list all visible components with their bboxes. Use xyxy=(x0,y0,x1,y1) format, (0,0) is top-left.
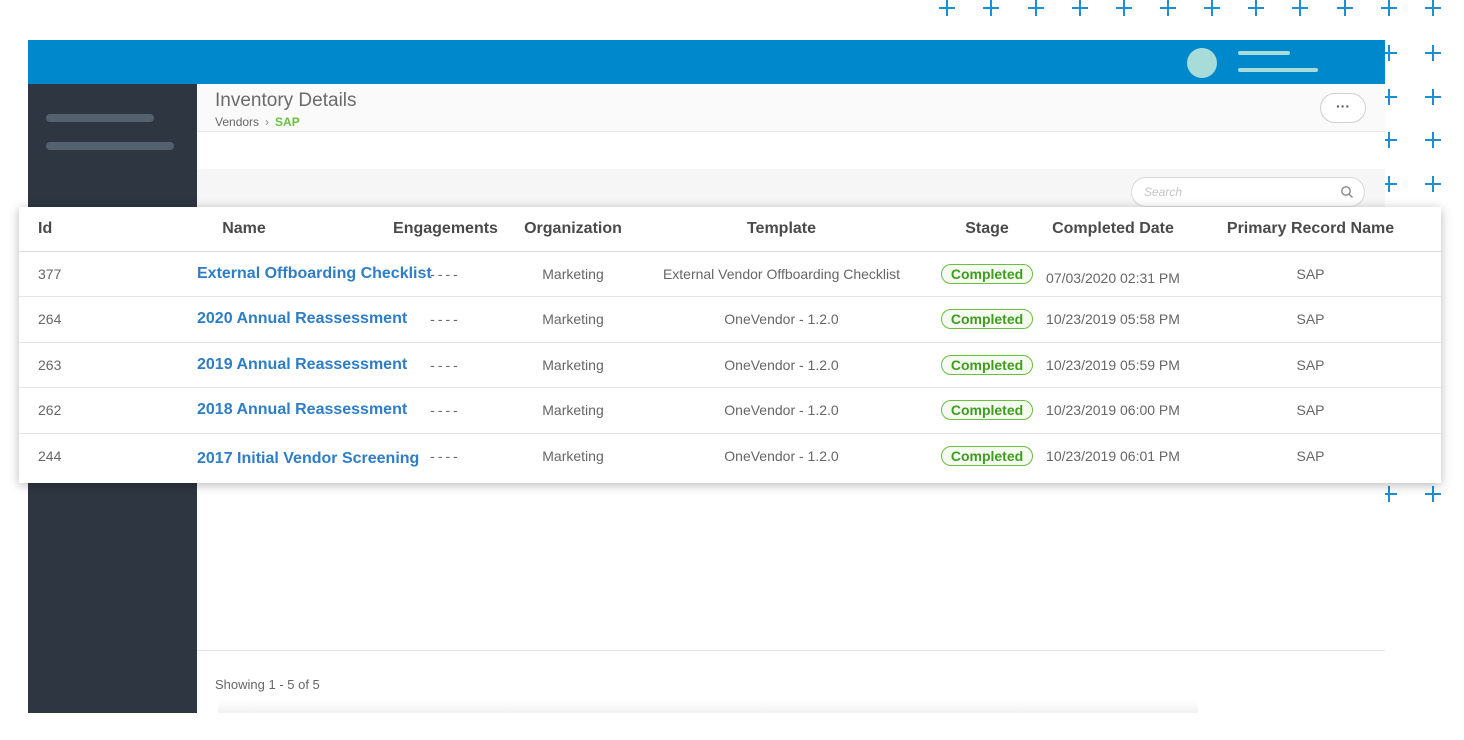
cell-primary-record: SAP xyxy=(1180,251,1441,297)
table-toolbar xyxy=(197,169,1385,209)
search-box xyxy=(1131,177,1365,207)
plus-icon xyxy=(1028,0,1044,16)
inventory-table: Id Name Engagements Organization Templat… xyxy=(19,207,1441,479)
cell-completed-date: 10/23/2019 06:00 PM xyxy=(1046,387,1180,434)
breadcrumb: Vendors › SAP xyxy=(215,115,300,129)
cell-name: External Offboarding Checklist xyxy=(108,251,432,297)
column-header-organization[interactable]: Organization xyxy=(511,207,635,252)
column-header-stage[interactable]: Stage xyxy=(928,207,1046,252)
cell-name: 2019 Annual Reassessment xyxy=(108,342,407,388)
table-row[interactable]: 263 2019 Annual Reassessment ---- Market… xyxy=(19,342,1441,388)
assessment-name-link[interactable]: 2019 Annual Reassessment xyxy=(197,356,407,373)
column-header-template[interactable]: Template xyxy=(635,207,928,252)
menu-line-bottom xyxy=(1238,68,1318,72)
plus-icon xyxy=(1425,486,1441,502)
pagination-summary: Showing 1 - 5 of 5 xyxy=(215,677,320,692)
column-header-engagements[interactable]: Engagements xyxy=(380,207,511,252)
plus-icon xyxy=(1116,0,1132,16)
plus-icon xyxy=(983,0,999,16)
cell-organization: Marketing xyxy=(511,387,635,434)
column-header-name[interactable]: Name xyxy=(108,207,380,252)
plus-icon xyxy=(1425,0,1441,16)
plus-icon xyxy=(1425,132,1441,148)
cell-name: 2017 Initial Vendor Screening xyxy=(108,433,419,479)
cell-template: External Vendor Offboarding Checklist xyxy=(635,251,928,297)
plus-icon xyxy=(1425,89,1441,105)
cell-id: 244 xyxy=(38,448,62,464)
sidebar-placeholder-line[interactable] xyxy=(46,142,174,150)
cell-id: 377 xyxy=(19,251,108,297)
menu-line-top xyxy=(1238,51,1290,55)
assessment-name-link[interactable]: 2017 Initial Vendor Screening xyxy=(197,450,419,467)
plus-icon xyxy=(1381,0,1397,16)
stage-badge: Completed xyxy=(940,309,1034,330)
cell-name: 2018 Annual Reassessment xyxy=(108,387,407,434)
table-row[interactable]: 244 2017 Initial Vendor Screening ---- M… xyxy=(19,433,1441,479)
cell-stage: Completed xyxy=(928,387,1046,434)
column-header-completed-date[interactable]: Completed Date xyxy=(1046,207,1180,252)
assessment-name-link[interactable]: 2020 Annual Reassessment xyxy=(197,310,407,327)
assessment-name-link[interactable]: External Offboarding Checklist xyxy=(197,265,432,282)
inventory-table-card: Id Name Engagements Organization Templat… xyxy=(19,207,1441,483)
cell-id: 264 xyxy=(19,296,108,343)
cell-primary-record: SAP xyxy=(1180,342,1441,388)
cell-id: 262 xyxy=(19,387,108,434)
plus-icon xyxy=(1337,0,1353,16)
plus-icon xyxy=(1248,0,1264,16)
footer-divider xyxy=(197,650,1385,651)
cell-id: 263 xyxy=(19,342,108,388)
table-row[interactable]: 264 2020 Annual Reassessment ---- Market… xyxy=(19,296,1441,343)
cell-template: OneVendor - 1.2.0 xyxy=(635,296,928,343)
cell-stage: Completed xyxy=(928,296,1046,343)
cell-organization: Marketing xyxy=(511,251,635,297)
column-header-id[interactable]: Id xyxy=(19,207,108,252)
plus-icon xyxy=(1160,0,1176,16)
cell-completed-date: 07/03/2020 02:31 PM xyxy=(1046,251,1180,297)
stage-badge: Completed xyxy=(940,354,1034,375)
plus-icon xyxy=(1292,0,1308,16)
plus-icon xyxy=(939,0,955,16)
cell-stage: Completed xyxy=(928,251,1046,297)
column-header-primary-record-name[interactable]: Primary Record Name xyxy=(1180,207,1441,252)
page-title: Inventory Details xyxy=(215,90,357,111)
cell-name: 2020 Annual Reassessment xyxy=(108,296,407,343)
user-avatar[interactable] xyxy=(1187,48,1217,78)
table-header-row: Id Name Engagements Organization Templat… xyxy=(19,207,1441,252)
stage-badge: Completed xyxy=(940,400,1034,421)
cell-completed-date: 10/23/2019 05:59 PM xyxy=(1046,342,1180,388)
cell-completed-date: 10/23/2019 05:58 PM xyxy=(1046,296,1180,343)
plus-icon xyxy=(1425,45,1441,61)
stage-badge: Completed xyxy=(940,446,1034,466)
search-input[interactable] xyxy=(1144,183,1334,201)
breadcrumb-link-vendors[interactable]: Vendors xyxy=(215,115,259,129)
table-row[interactable]: 377 External Offboarding Checklist ---- … xyxy=(19,251,1441,297)
cell-organization: Marketing xyxy=(511,296,635,343)
stage-badge: Completed xyxy=(940,263,1034,284)
bottom-panel-edge xyxy=(218,700,1198,713)
sidebar-placeholder-line[interactable] xyxy=(46,114,154,122)
assessment-name-link[interactable]: 2018 Annual Reassessment xyxy=(197,401,407,418)
cell-completed-date: 10/23/2019 06:01 PM xyxy=(1046,448,1180,464)
breadcrumb-current: SAP xyxy=(275,115,300,129)
search-icon[interactable] xyxy=(1340,185,1354,199)
more-options-button[interactable]: ··· xyxy=(1320,93,1366,123)
plus-icon xyxy=(1072,0,1088,16)
cell-primary-record: SAP xyxy=(1296,448,1325,464)
cell-organization: Marketing xyxy=(542,448,604,464)
plus-icon xyxy=(1425,176,1441,192)
cell-organization: Marketing xyxy=(511,342,635,388)
cell-primary-record: SAP xyxy=(1180,296,1441,343)
cell-primary-record: SAP xyxy=(1180,387,1441,434)
cell-template: OneVendor - 1.2.0 xyxy=(724,448,839,464)
top-nav-bar xyxy=(28,40,1385,84)
cell-stage: Completed xyxy=(928,342,1046,388)
plus-icon xyxy=(1204,0,1220,16)
cell-stage: Completed xyxy=(928,433,1046,479)
table-row[interactable]: 262 2018 Annual Reassessment ---- Market… xyxy=(19,387,1441,434)
cell-template: OneVendor - 1.2.0 xyxy=(635,387,928,434)
chevron-right-icon: › xyxy=(265,115,270,129)
cell-template: OneVendor - 1.2.0 xyxy=(635,342,928,388)
page-header: Inventory Details Vendors › SAP ··· xyxy=(197,84,1385,132)
